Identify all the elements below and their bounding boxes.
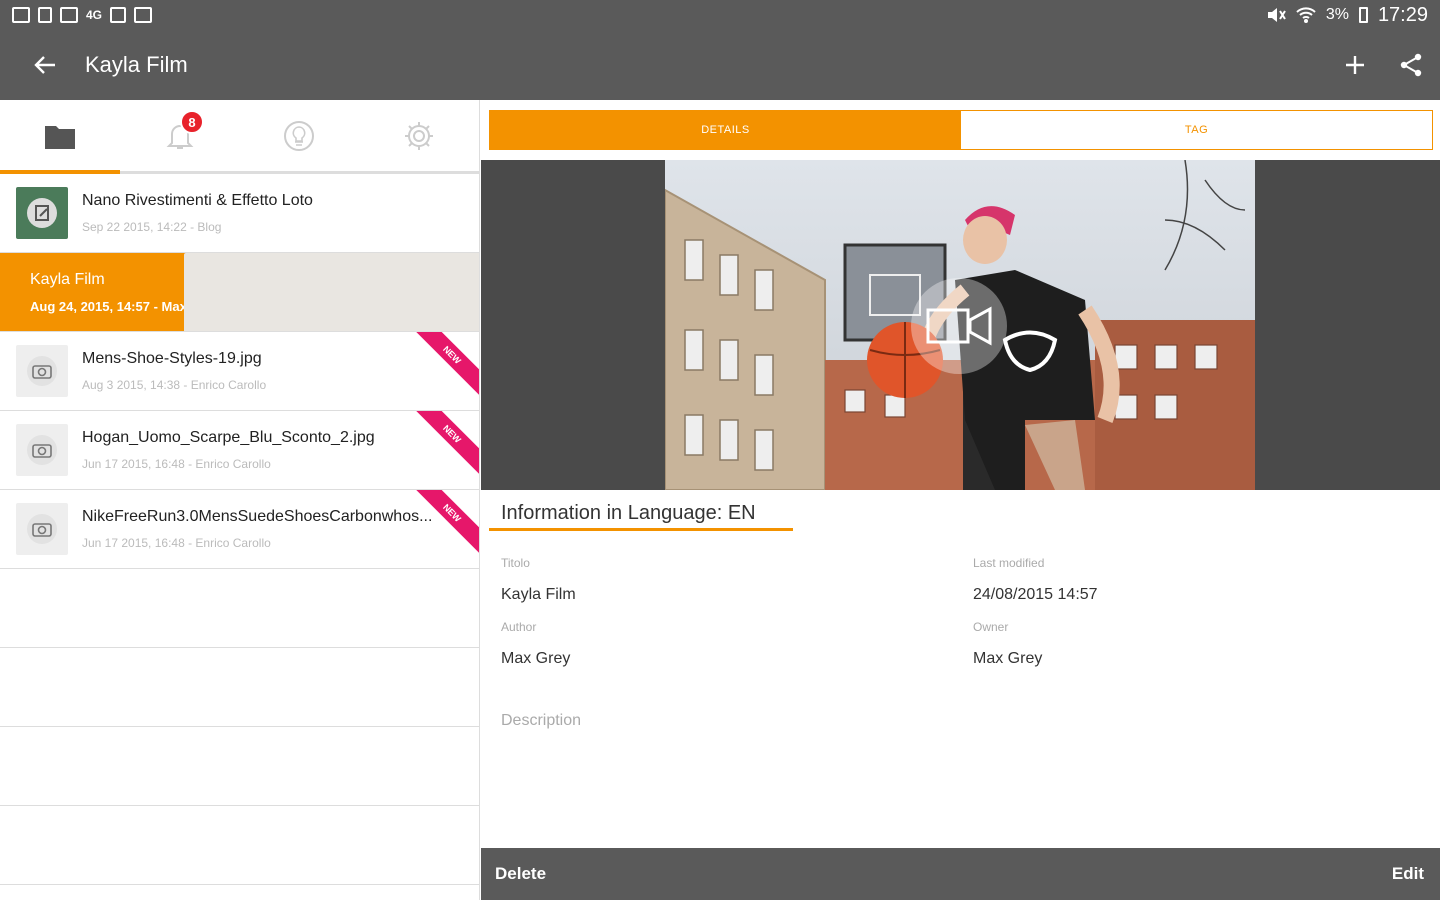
sim-icon xyxy=(38,7,52,23)
bottom-action-bar: Delete Edit xyxy=(481,848,1440,900)
status-notification-icons: 4G xyxy=(12,7,153,23)
b-icon xyxy=(110,7,127,23)
wifi-icon xyxy=(1296,7,1316,23)
item-thumbnail xyxy=(16,424,68,476)
tab-settings[interactable] xyxy=(359,100,479,171)
video-play-button[interactable] xyxy=(911,278,1007,374)
author-value: Max Grey xyxy=(501,650,571,667)
item-subtitle: Aug 3 2015, 14:38 - Enrico Carollo xyxy=(82,378,267,392)
new-ribbon: NEW xyxy=(406,411,479,480)
item-subtitle: Jun 17 2015, 16:48 - Enrico Carollo xyxy=(82,536,271,550)
list-item[interactable]: NikeFreeRun3.0MensSuedeShoesCarbonwhos..… xyxy=(0,490,479,569)
list-item-selected[interactable]: Kayla Film Aug 24, 2015, 14:57 - Max Gre… xyxy=(0,253,479,332)
tab-tag[interactable]: TAG xyxy=(961,111,1432,149)
media-preview xyxy=(481,160,1440,490)
item-title: NikeFreeRun3.0MensSuedeShoesCarbonwhos..… xyxy=(82,508,433,525)
item-thumbnail xyxy=(16,345,68,397)
detail-pane: DETAILS TAG Information in Language: EN … xyxy=(481,100,1440,900)
status-bar: 4G 3% 17:29 xyxy=(0,0,1440,30)
app-title: Kayla Film xyxy=(85,52,188,77)
last-modified-label: Last modified xyxy=(973,556,1045,570)
tab-folder[interactable] xyxy=(0,100,120,171)
left-pane: 8 Nano Rivestimenti & Effetto Loto Sep 2… xyxy=(0,100,480,900)
item-subtitle: Jun 17 2015, 16:48 - Enrico Carollo xyxy=(82,457,271,471)
tab-lightbulb[interactable] xyxy=(240,100,360,171)
app-bar: Kayla Film xyxy=(0,30,1440,100)
edit-button[interactable]: Edit xyxy=(1392,864,1424,884)
item-title: Hogan_Uomo_Scarpe_Blu_Sconto_2.jpg xyxy=(82,429,375,446)
owner-label: Owner xyxy=(973,620,1009,634)
last-modified-value: 24/08/2015 14:57 xyxy=(973,586,1098,603)
empty-row xyxy=(0,727,479,806)
battery-icon xyxy=(1358,7,1368,23)
notification-badge: 8 xyxy=(180,110,204,134)
author-label: Author xyxy=(501,620,537,634)
info-language-header: Information in Language: EN xyxy=(501,502,756,524)
blog-icon xyxy=(27,198,57,228)
camera-icon xyxy=(27,356,57,386)
video-camera-icon xyxy=(926,306,992,346)
media-icon xyxy=(60,7,78,23)
status-time: 17:29 xyxy=(1377,3,1428,26)
empty-row xyxy=(0,569,479,648)
tab-details[interactable]: DETAILS xyxy=(490,111,961,149)
delete-button[interactable]: Delete xyxy=(495,864,546,884)
tab-notifications[interactable] xyxy=(120,100,240,171)
description-label: Description xyxy=(501,712,582,729)
lightbulb-icon xyxy=(284,120,315,151)
item-thumbnail xyxy=(16,503,68,555)
info-header-underline xyxy=(489,528,793,531)
share-icon xyxy=(1400,53,1422,77)
back-arrow-icon xyxy=(34,56,55,74)
plus-icon xyxy=(1346,56,1364,74)
item-subtitle: Sep 22 2015, 14:22 - Blog xyxy=(82,220,222,234)
item-thumbnail xyxy=(184,253,479,331)
camera-icon xyxy=(27,514,57,544)
title-value: Kayla Film xyxy=(501,586,576,603)
new-ribbon: NEW xyxy=(406,332,479,401)
battery-percent: 3% xyxy=(1325,6,1349,23)
folder-icon xyxy=(44,125,75,149)
4g-icon: 4G xyxy=(86,8,103,22)
bag-icon xyxy=(134,7,153,23)
mute-icon xyxy=(1267,8,1286,22)
list-item[interactable]: Hogan_Uomo_Scarpe_Blu_Sconto_2.jpg Jun 1… xyxy=(0,411,479,490)
item-title: Mens-Shoe-Styles-19.jpg xyxy=(82,350,262,367)
gallery-icon xyxy=(12,7,30,23)
title-label: Titolo xyxy=(501,556,530,570)
back-button[interactable] xyxy=(15,30,75,100)
item-thumbnail xyxy=(16,187,68,239)
item-title: Nano Rivestimenti & Effetto Loto xyxy=(82,192,313,209)
empty-row xyxy=(0,648,479,727)
owner-value: Max Grey xyxy=(973,650,1043,667)
empty-row xyxy=(0,806,479,885)
camera-icon xyxy=(27,435,57,465)
list-item[interactable]: Mens-Shoe-Styles-19.jpg Aug 3 2015, 14:3… xyxy=(0,332,479,411)
video-thumbnail[interactable] xyxy=(665,160,1255,490)
status-system-icons: 3% 17:29 xyxy=(1266,4,1428,27)
add-button[interactable] xyxy=(1340,50,1370,80)
share-button[interactable] xyxy=(1396,50,1426,80)
segmented-control: DETAILS TAG xyxy=(489,110,1433,150)
gear-icon xyxy=(405,121,434,150)
tab-bar: 8 xyxy=(0,100,479,174)
list-item[interactable]: Nano Rivestimenti & Effetto Loto Sep 22 … xyxy=(0,174,479,253)
